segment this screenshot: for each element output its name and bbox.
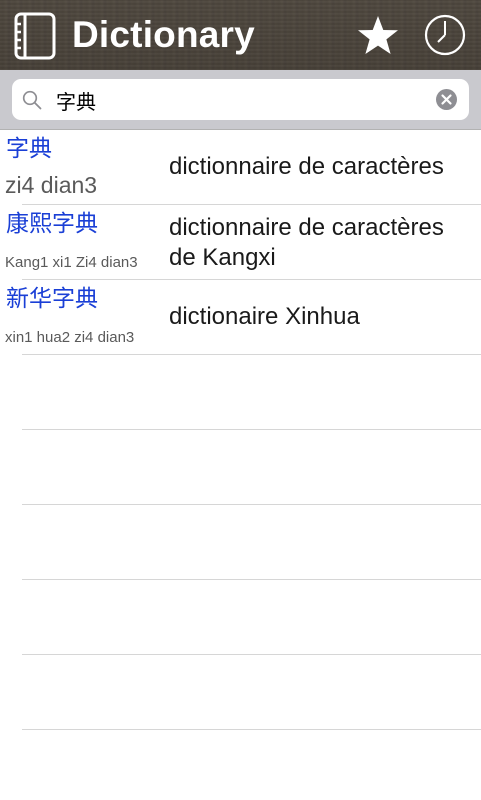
clock-icon[interactable] — [423, 13, 467, 57]
empty-list-row — [0, 430, 481, 505]
empty-list-row — [0, 655, 481, 730]
result-hanzi: 新华字典 — [6, 286, 98, 312]
search-input[interactable] — [54, 82, 428, 118]
app-header: Dictionary — [0, 0, 481, 70]
clear-icon[interactable] — [436, 89, 457, 110]
empty-list-row — [0, 355, 481, 430]
result-hanzi: 字典 — [6, 136, 52, 162]
result-definition: dictionnaire de caractères de Kangxi — [169, 214, 444, 271]
search-field-container[interactable] — [12, 79, 469, 120]
star-icon[interactable] — [356, 14, 400, 56]
book-icon[interactable] — [13, 12, 57, 60]
empty-list-row — [0, 505, 481, 580]
search-bar — [0, 70, 481, 130]
result-pinyin: xin1 hua2 zi4 dian3 — [5, 329, 135, 346]
result-pinyin: Kang1 xi1 Zi4 dian3 — [5, 254, 138, 271]
results-list: 字典 zi4 dian3 dictionnaire de caractères … — [0, 130, 481, 730]
empty-list-row — [0, 580, 481, 655]
result-definition: dictionnaire de caractères — [169, 153, 444, 180]
list-item[interactable]: 康熙字典 Kang1 xi1 Zi4 dian3 dictionnaire de… — [0, 205, 481, 280]
result-hanzi: 康熙字典 — [6, 211, 98, 237]
result-pinyin: zi4 dian3 — [5, 172, 98, 198]
search-icon — [22, 90, 42, 110]
list-item[interactable]: 新华字典 xin1 hua2 zi4 dian3 dictionaire Xin… — [0, 280, 481, 355]
list-item[interactable]: 字典 zi4 dian3 dictionnaire de caractères — [0, 130, 481, 205]
page-title: Dictionary — [72, 14, 255, 55]
result-definition: dictionaire Xinhua — [169, 303, 360, 330]
